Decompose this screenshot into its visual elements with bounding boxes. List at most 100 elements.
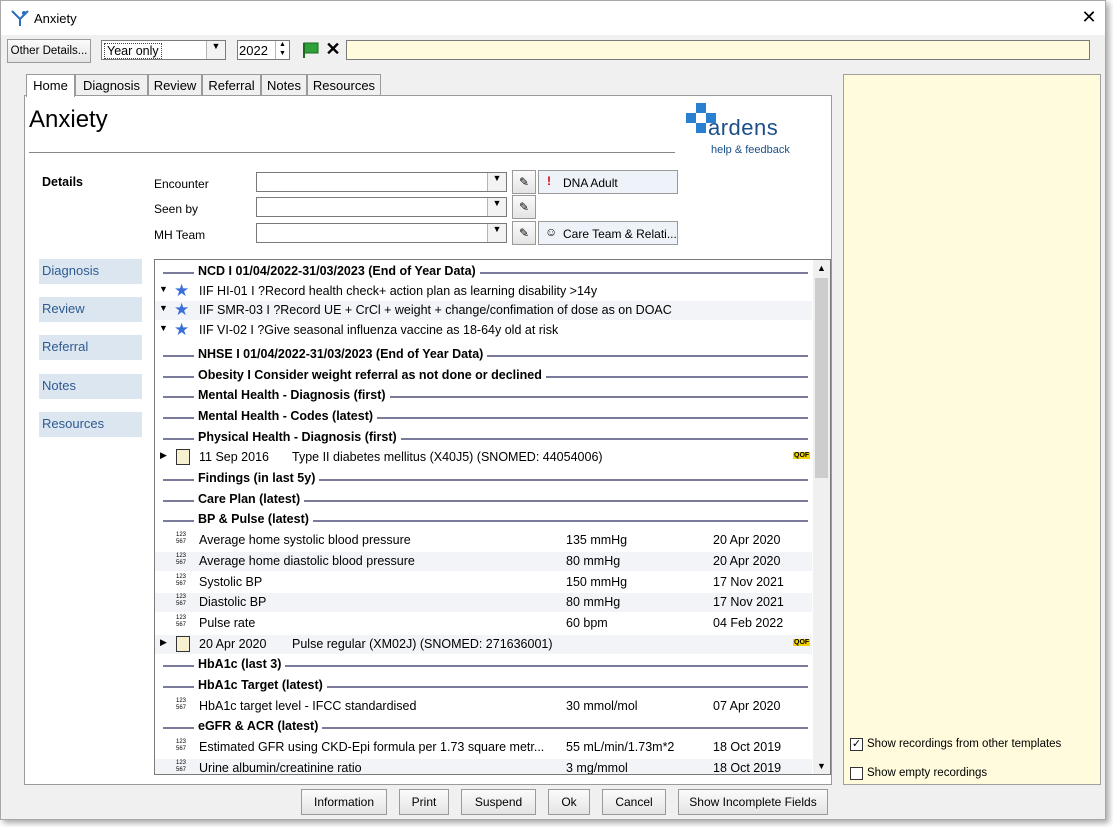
expand-caret-icon[interactable]: ▼ [159, 284, 168, 294]
sidebar-item-resources[interactable]: Resources [39, 412, 142, 437]
sidebar-item-notes[interactable]: Notes [39, 374, 142, 399]
section-header[interactable]: eGFR & ACR (latest) [155, 717, 812, 736]
numeric-value-icon: 123 567 [176, 739, 187, 753]
value-row[interactable]: 123 567 Systolic BP 150 mmHg 17 Nov 2021 [155, 573, 812, 592]
value-label: Average home diastolic blood pressure [199, 553, 415, 568]
value-row[interactable]: 123 567 Pulse rate 60 bpm 04 Feb 2022 [155, 614, 812, 633]
information-button[interactable]: Information [301, 789, 387, 815]
expand-caret-icon[interactable]: ▼ [159, 323, 168, 333]
section-header-label: Care Plan (latest) [194, 491, 305, 506]
search-input[interactable] [346, 40, 1090, 60]
value-date: 17 Nov 2021 [713, 595, 784, 610]
care-team-label: Care Team & Relati... [563, 227, 677, 241]
cancel-button[interactable]: Cancel [602, 789, 666, 815]
pencil-icon[interactable]: ✎ [512, 170, 536, 194]
alert-row[interactable]: ▼ ★ IIF SMR-03 I ?Record UE + CrCl + weigh… [155, 300, 812, 320]
tab-resources[interactable]: Resources [307, 74, 381, 96]
show-other-templates-checkbox[interactable]: ✓ [850, 738, 863, 751]
section-header[interactable]: Findings (in last 5y) [155, 469, 812, 488]
person-icon: ☺ [545, 225, 558, 239]
section-header-label: Mental Health - Diagnosis (first) [194, 388, 390, 403]
sidebar-item-referral[interactable]: Referral [39, 335, 142, 360]
value-row[interactable]: 123 567 HbA1c target level - IFCC standar… [155, 697, 812, 716]
qof-badge: QOF [793, 638, 811, 646]
value-row[interactable]: 123 567 Estimated GFR using CKD-Epi formu… [155, 738, 812, 757]
value-row[interactable]: 123 567 Average home diastolic blood pres… [155, 551, 812, 571]
print-button[interactable]: Print [399, 789, 449, 815]
section-header[interactable]: BP & Pulse (latest) [155, 510, 812, 529]
value-reading: 135 mmHg [566, 533, 628, 548]
dna-adult-button[interactable]: ! DNA Adult [538, 170, 678, 194]
sidebar-item-diagnosis[interactable]: Diagnosis [39, 259, 142, 284]
section-header[interactable]: Mental Health - Diagnosis (first) [155, 386, 812, 405]
suspend-button[interactable]: Suspend [461, 789, 536, 815]
value-row[interactable]: 123 567 Average home systolic blood press… [155, 531, 812, 550]
scroll-up-icon[interactable]: ▲ [813, 260, 830, 276]
show-empty-checkbox[interactable] [850, 767, 863, 780]
record-row[interactable]: ▶ 11 Sep 2016 Type II diabetes mellitus (X… [155, 448, 812, 467]
year-spinner[interactable]: 2022 ▲ ▼ [237, 40, 290, 60]
value-reading: 55 mL/min/1.73m*2 [566, 740, 675, 755]
section-header[interactable]: NHSE I 01/04/2022-31/03/2023 (End of Yea… [155, 345, 812, 364]
pencil-icon[interactable]: ✎ [512, 195, 536, 219]
value-label: Systolic BP [199, 574, 263, 589]
section-header[interactable]: Obesity I Consider weight referral as no… [155, 366, 812, 385]
app-window: Anxiety ✕ Other Details... Year only ▼ 2… [0, 0, 1106, 820]
value-reading: 60 bpm [566, 615, 608, 630]
spin-up-icon[interactable]: ▲ [275, 41, 289, 50]
mh-team-select[interactable]: ▼ [256, 223, 507, 243]
care-team-button[interactable]: ☺ Care Team & Relati... [538, 221, 678, 245]
value-date: 04 Feb 2022 [713, 615, 784, 630]
sidebar-item-review[interactable]: Review [39, 297, 142, 322]
encounter-select[interactable]: ▼ [256, 172, 507, 192]
tab-home[interactable]: Home [26, 74, 75, 97]
green-flag-icon[interactable] [301, 41, 321, 59]
period-select[interactable]: Year only ▼ [101, 40, 226, 60]
scroll-down-icon[interactable]: ▼ [813, 758, 830, 774]
record-row[interactable]: ▶ 20 Apr 2020 Pulse regular (XM02J) (SNOME… [155, 634, 812, 654]
vertical-scrollbar[interactable]: ▲ ▼ [813, 260, 830, 774]
ok-button[interactable]: Ok [548, 789, 590, 815]
tab-diagnosis[interactable]: Diagnosis [75, 74, 148, 96]
numeric-value-icon: 123 567 [176, 759, 187, 773]
star-icon: ★ [174, 280, 190, 300]
spin-down-icon[interactable]: ▼ [275, 50, 289, 59]
tab-notes[interactable]: Notes [261, 74, 307, 96]
numeric-value-icon: 123 567 [176, 614, 187, 628]
exclamation-icon: ! [547, 174, 551, 188]
mh-team-label: MH Team [154, 228, 206, 242]
notes-panel[interactable]: ✓ Show recordings from other templates S… [843, 74, 1101, 785]
expand-caret-icon[interactable]: ▶ [160, 450, 167, 461]
section-header[interactable]: NCD I 01/04/2022-31/03/2023 (End of Year… [155, 262, 812, 281]
section-header-label: BP & Pulse (latest) [194, 512, 313, 527]
qof-badge: QOF [793, 452, 811, 460]
close-icon[interactable]: ✕ [1079, 7, 1099, 27]
other-details-button[interactable]: Other Details... [7, 39, 91, 63]
section-header[interactable]: Care Plan (latest) [155, 490, 812, 509]
scroll-thumb[interactable] [815, 278, 828, 478]
section-header[interactable]: HbA1c (last 3) [155, 655, 812, 674]
recordings-list[interactable]: NCD I 01/04/2022-31/03/2023 (End of Year… [154, 259, 831, 775]
value-date: 18 Oct 2019 [713, 740, 782, 755]
help-feedback-link[interactable]: help & feedback [711, 144, 790, 156]
value-row[interactable]: 123 567 Diastolic BP 80 mmHg 17 Nov 2021 [155, 593, 812, 613]
value-reading: 30 mmol/mol [566, 698, 638, 713]
tab-referral[interactable]: Referral [202, 74, 261, 96]
pencil-icon[interactable]: ✎ [512, 221, 536, 245]
alert-row[interactable]: ▼ ★ IIF VI-02 I ?Give seasonal influenza v… [155, 320, 812, 340]
seen-by-select[interactable]: ▼ [256, 197, 507, 217]
section-header[interactable]: Physical Health - Diagnosis (first) [155, 428, 812, 447]
value-label: HbA1c target level - IFCC standardised [199, 698, 417, 713]
tab-review[interactable]: Review [148, 74, 202, 96]
section-header[interactable]: Mental Health - Codes (latest) [155, 407, 812, 426]
section-header[interactable]: HbA1c Target (latest) [155, 676, 812, 695]
value-row[interactable]: 123 567 Urine albumin/creatinine ratio 3 m… [155, 758, 812, 774]
expand-caret-icon[interactable]: ▼ [159, 303, 168, 313]
show-incomplete-fields-button[interactable]: Show Incomplete Fields [678, 789, 828, 815]
clear-icon[interactable]: ✕ [323, 39, 343, 59]
expand-caret-icon[interactable]: ▶ [160, 637, 167, 648]
numeric-value-icon: 123 567 [176, 594, 187, 608]
section-header-label: eGFR & ACR (latest) [194, 719, 323, 734]
seen-by-label: Seen by [154, 202, 199, 216]
alert-row[interactable]: ▼ ★ IIF HI-01 I ?Record health check+ acti… [155, 280, 812, 301]
